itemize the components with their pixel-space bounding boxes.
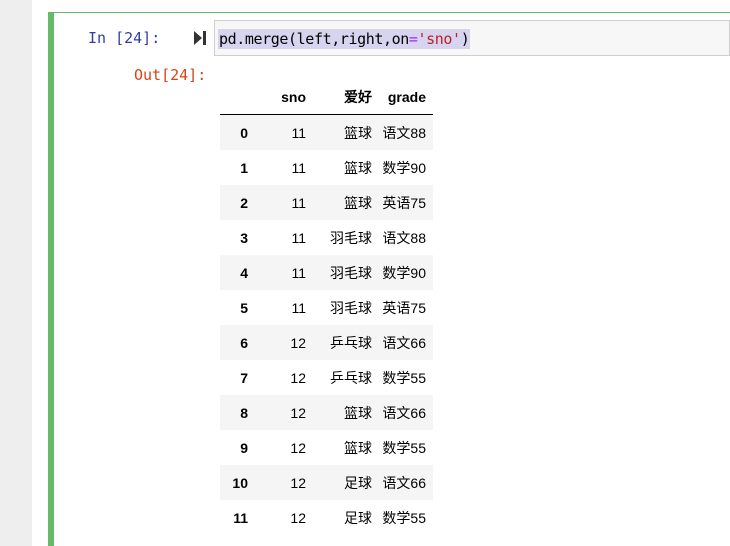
- cell-grade: 数学90: [382, 159, 426, 176]
- step-forward-icon[interactable]: [193, 30, 207, 46]
- cell-hobby: 乒乓球: [330, 369, 372, 386]
- cell-hobby: 篮球: [344, 159, 372, 176]
- cell-hobby: 羽毛球: [330, 264, 372, 281]
- column-header-sno: sno: [254, 80, 312, 115]
- table-row: 6 12 乒乓球 语文66: [220, 325, 433, 360]
- cell-grade: 数学55: [382, 369, 426, 386]
- row-index: 2: [240, 194, 248, 211]
- cell-sno: 12: [290, 509, 306, 526]
- row-index: 5: [240, 299, 248, 316]
- cell-hobby: 篮球: [344, 439, 372, 456]
- cell-sno: 11: [291, 229, 306, 246]
- row-index: 6: [240, 334, 248, 351]
- dataframe-table: sno 爱好 grade 0 11 篮球 语文88 1 11 篮球 数学90 2 11 篮球 英语75…: [220, 80, 433, 535]
- row-index: 4: [240, 264, 248, 281]
- code-suffix: ): [460, 30, 470, 48]
- row-index: 8: [240, 404, 248, 421]
- row-index: 10: [232, 474, 248, 491]
- cell-grade: 语文66: [382, 404, 426, 421]
- row-index: 7: [240, 369, 248, 386]
- table-row: 9 12 篮球 数学55: [220, 430, 433, 465]
- table-row: 8 12 篮球 语文66: [220, 395, 433, 430]
- row-index: 11: [233, 509, 248, 526]
- cell-hobby: 乒乓球: [330, 334, 372, 351]
- cell-selected-bar: [48, 12, 54, 546]
- cell-grade: 数学55: [382, 439, 426, 456]
- table-header-row: sno 爱好 grade: [220, 80, 433, 115]
- notebook-page: In [24]: pd.merge(left,right,on='sno') O…: [0, 0, 730, 546]
- table-row: 0 11 篮球 语文88: [220, 114, 433, 150]
- cell-grade: 语文88: [382, 124, 426, 141]
- output-prompt: Out[24]:: [134, 66, 207, 84]
- table-row: 11 12 足球 数学55: [220, 500, 433, 535]
- cell-hobby: 羽毛球: [330, 299, 372, 316]
- cell-hobby: 足球: [344, 474, 372, 491]
- cell-grade: 数学55: [382, 509, 426, 526]
- cell-sno: 11: [291, 159, 306, 176]
- code-line[interactable]: pd.merge(left,right,on='sno'): [218, 29, 471, 49]
- cell-sno: 11: [291, 299, 306, 316]
- left-gutter: [0, 0, 32, 546]
- table-row: 3 11 羽毛球 语文88: [220, 220, 433, 255]
- cell-sno: 12: [290, 474, 306, 491]
- table-body: 0 11 篮球 语文88 1 11 篮球 数学90 2 11 篮球 英语75 3 11 羽毛球 语文88 4 11…: [220, 114, 433, 535]
- row-index: 0: [240, 124, 248, 141]
- cell-sno: 12: [290, 439, 306, 456]
- table-row: 10 12 足球 语文66: [220, 465, 433, 500]
- row-index: 9: [240, 439, 248, 456]
- table-row: 5 11 羽毛球 英语75: [220, 290, 433, 325]
- code-string: 'sno': [417, 30, 462, 48]
- table-row: 2 11 篮球 英语75: [220, 185, 433, 220]
- cell-grade: 数学90: [382, 264, 426, 281]
- code-operator: =: [408, 30, 418, 48]
- row-index: 3: [240, 229, 248, 246]
- input-prompt: In [24]:: [88, 29, 161, 47]
- column-header-grade: grade: [372, 80, 433, 115]
- cell-grade: 英语75: [382, 194, 426, 211]
- cell-hobby: 篮球: [344, 404, 372, 421]
- row-index: 1: [240, 159, 248, 176]
- cell-sno: 11: [291, 124, 306, 141]
- cell-hobby: 篮球: [344, 124, 372, 141]
- cell-hobby: 羽毛球: [330, 229, 372, 246]
- index-header: [220, 80, 254, 115]
- code-prefix: pd.merge(left,right,on: [219, 30, 409, 48]
- cell-grade: 英语75: [382, 299, 426, 316]
- table-row: 4 11 羽毛球 数学90: [220, 255, 433, 290]
- cell-sno: 11: [291, 194, 306, 211]
- cell-sno: 12: [290, 369, 306, 386]
- cell-sno: 12: [290, 404, 306, 421]
- cell-sno: 11: [291, 264, 306, 281]
- cell-grade: 语文66: [382, 474, 426, 491]
- cell-hobby: 篮球: [344, 194, 372, 211]
- table-row: 7 12 乒乓球 数学55: [220, 360, 433, 395]
- table-row: 1 11 篮球 数学90: [220, 150, 433, 185]
- cell-sno: 12: [290, 334, 306, 351]
- cell-grade: 语文66: [382, 334, 426, 351]
- column-header-hobby: 爱好: [312, 80, 372, 115]
- cell-hobby: 足球: [344, 509, 372, 526]
- cell-grade: 语文88: [382, 229, 426, 246]
